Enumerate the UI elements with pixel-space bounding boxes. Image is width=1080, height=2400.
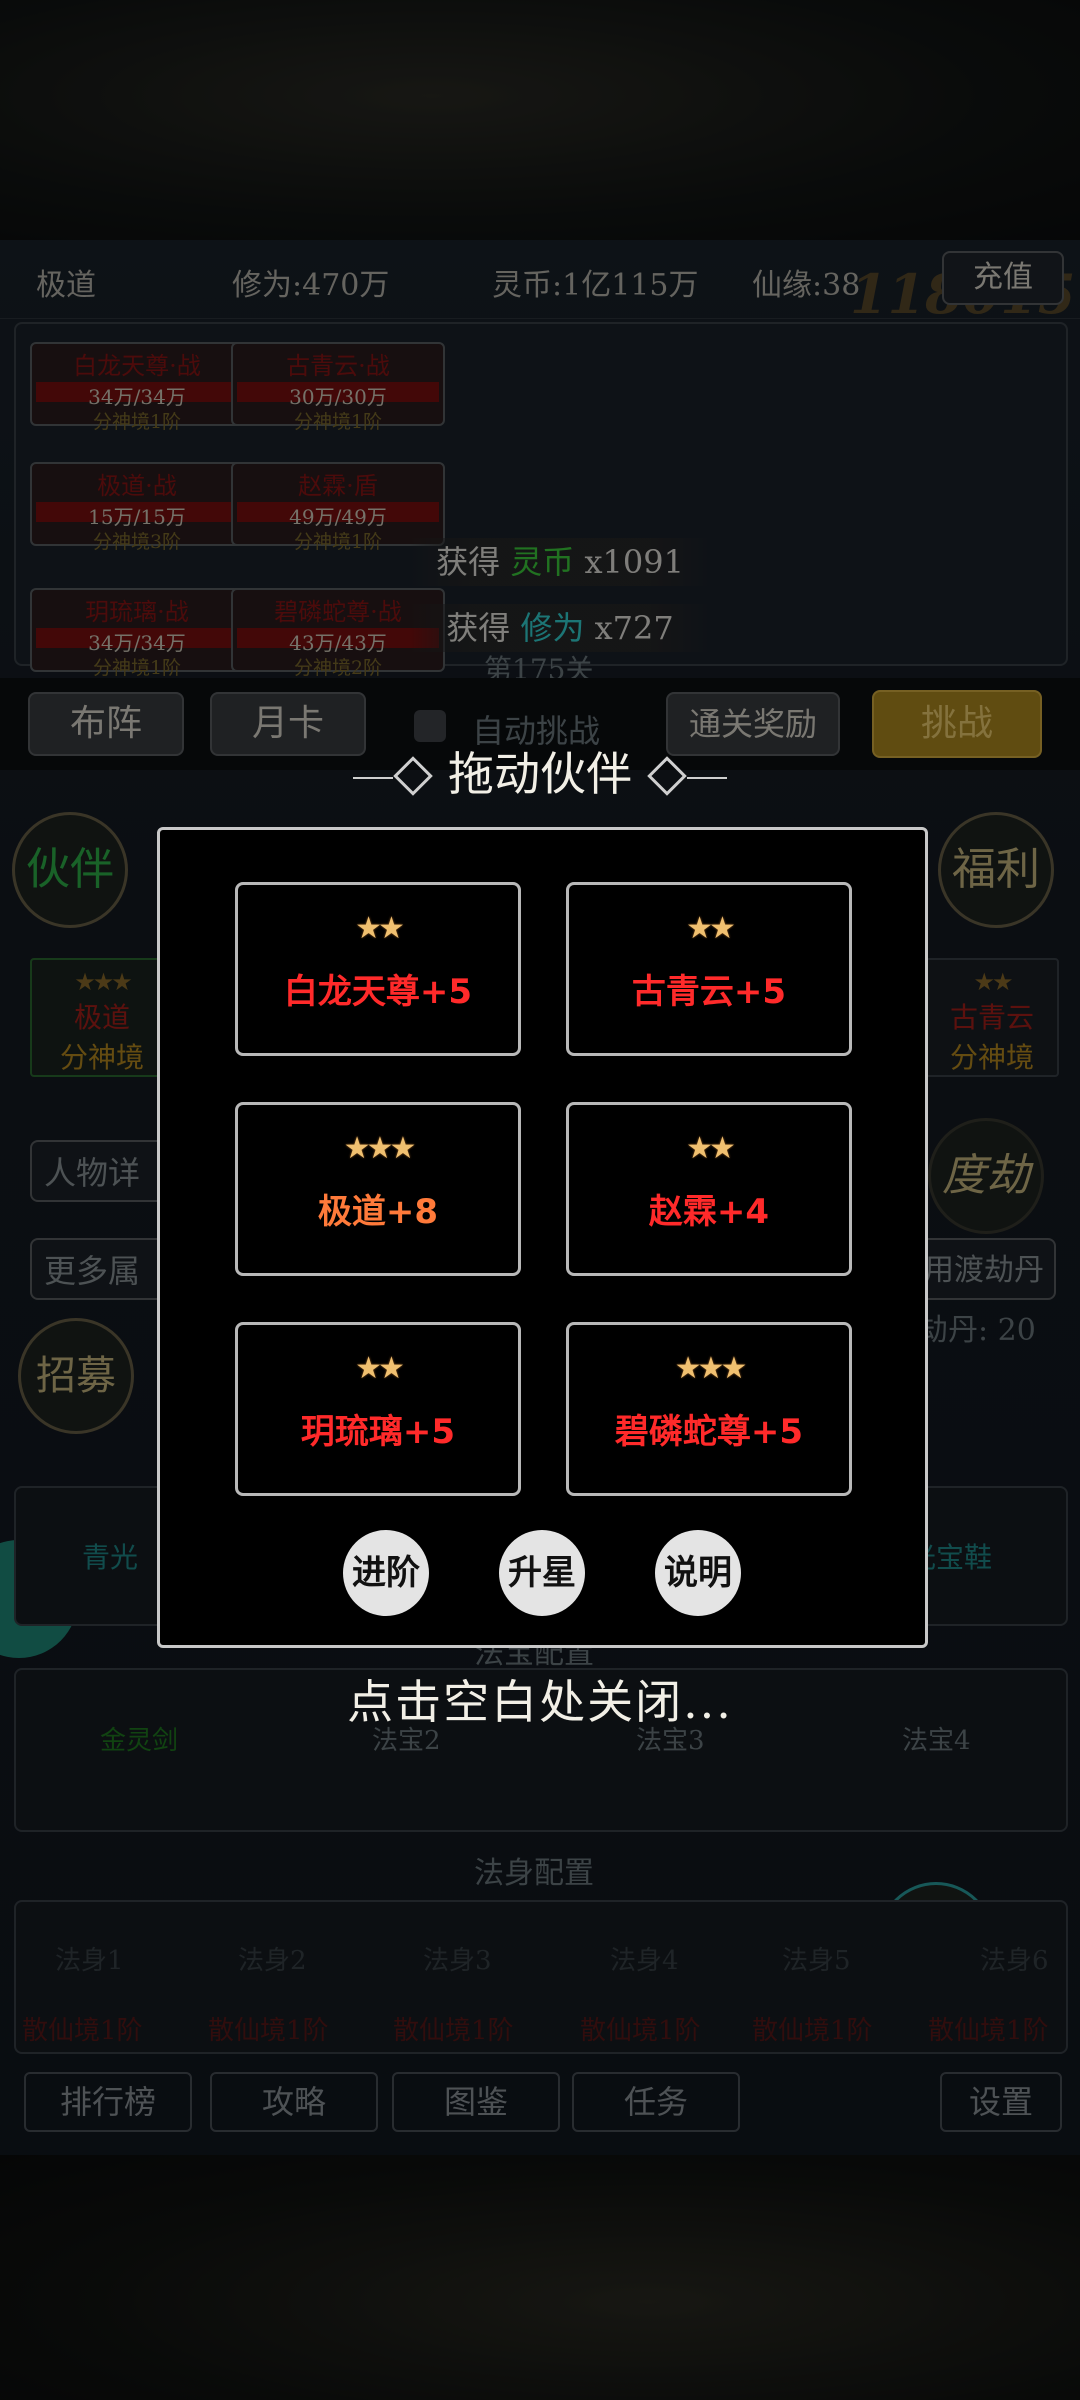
star-rating-icon: ★★ (355, 911, 405, 946)
star-rating-icon: ★★★ (674, 1351, 748, 1386)
partner-card-name: 玥琉璃+5 (300, 1412, 456, 1452)
partner-card-name: 碧磷蛇尊+5 (614, 1412, 804, 1452)
diamond-ornament-icon (393, 756, 434, 796)
explain-button[interactable]: 说明 (655, 1530, 741, 1616)
partner-card-name: 极道+8 (317, 1192, 439, 1232)
star-rating-icon: ★★★ (343, 1131, 417, 1166)
star-rating-icon: ★★ (686, 911, 736, 946)
partner-card[interactable]: ★★ 玥琉璃+5 (235, 1322, 521, 1496)
partner-drag-modal: ★★ 白龙天尊+5 ★★ 古青云+5 ★★★ 极道+8 ★★ 赵霖+4 ★★ 玥… (157, 827, 928, 1648)
modal-title-row: 拖动伙伴 (0, 738, 1080, 804)
partner-card-name: 白龙天尊+5 (283, 972, 473, 1012)
advance-button[interactable]: 进阶 (343, 1530, 429, 1616)
close-hint: 点击空白处关闭... (347, 1675, 733, 1729)
modal-title: 拖动伙伴 (448, 747, 632, 801)
partner-card[interactable]: ★★ 白龙天尊+5 (235, 882, 521, 1056)
diamond-ornament-icon (646, 756, 687, 796)
partner-card[interactable]: ★★ 古青云+5 (566, 882, 852, 1056)
star-up-button[interactable]: 升星 (499, 1530, 585, 1616)
ornament-line (686, 777, 727, 779)
partner-card-name: 古青云+5 (631, 972, 787, 1012)
star-rating-icon: ★★ (355, 1351, 405, 1386)
partner-card[interactable]: ★★★ 碧磷蛇尊+5 (566, 1322, 852, 1496)
star-rating-icon: ★★ (686, 1131, 736, 1166)
partner-card-name: 赵霖+4 (648, 1192, 770, 1232)
partner-card[interactable]: ★★ 赵霖+4 (566, 1102, 852, 1276)
partner-card[interactable]: ★★★ 极道+8 (235, 1102, 521, 1276)
ornament-line (353, 777, 394, 779)
